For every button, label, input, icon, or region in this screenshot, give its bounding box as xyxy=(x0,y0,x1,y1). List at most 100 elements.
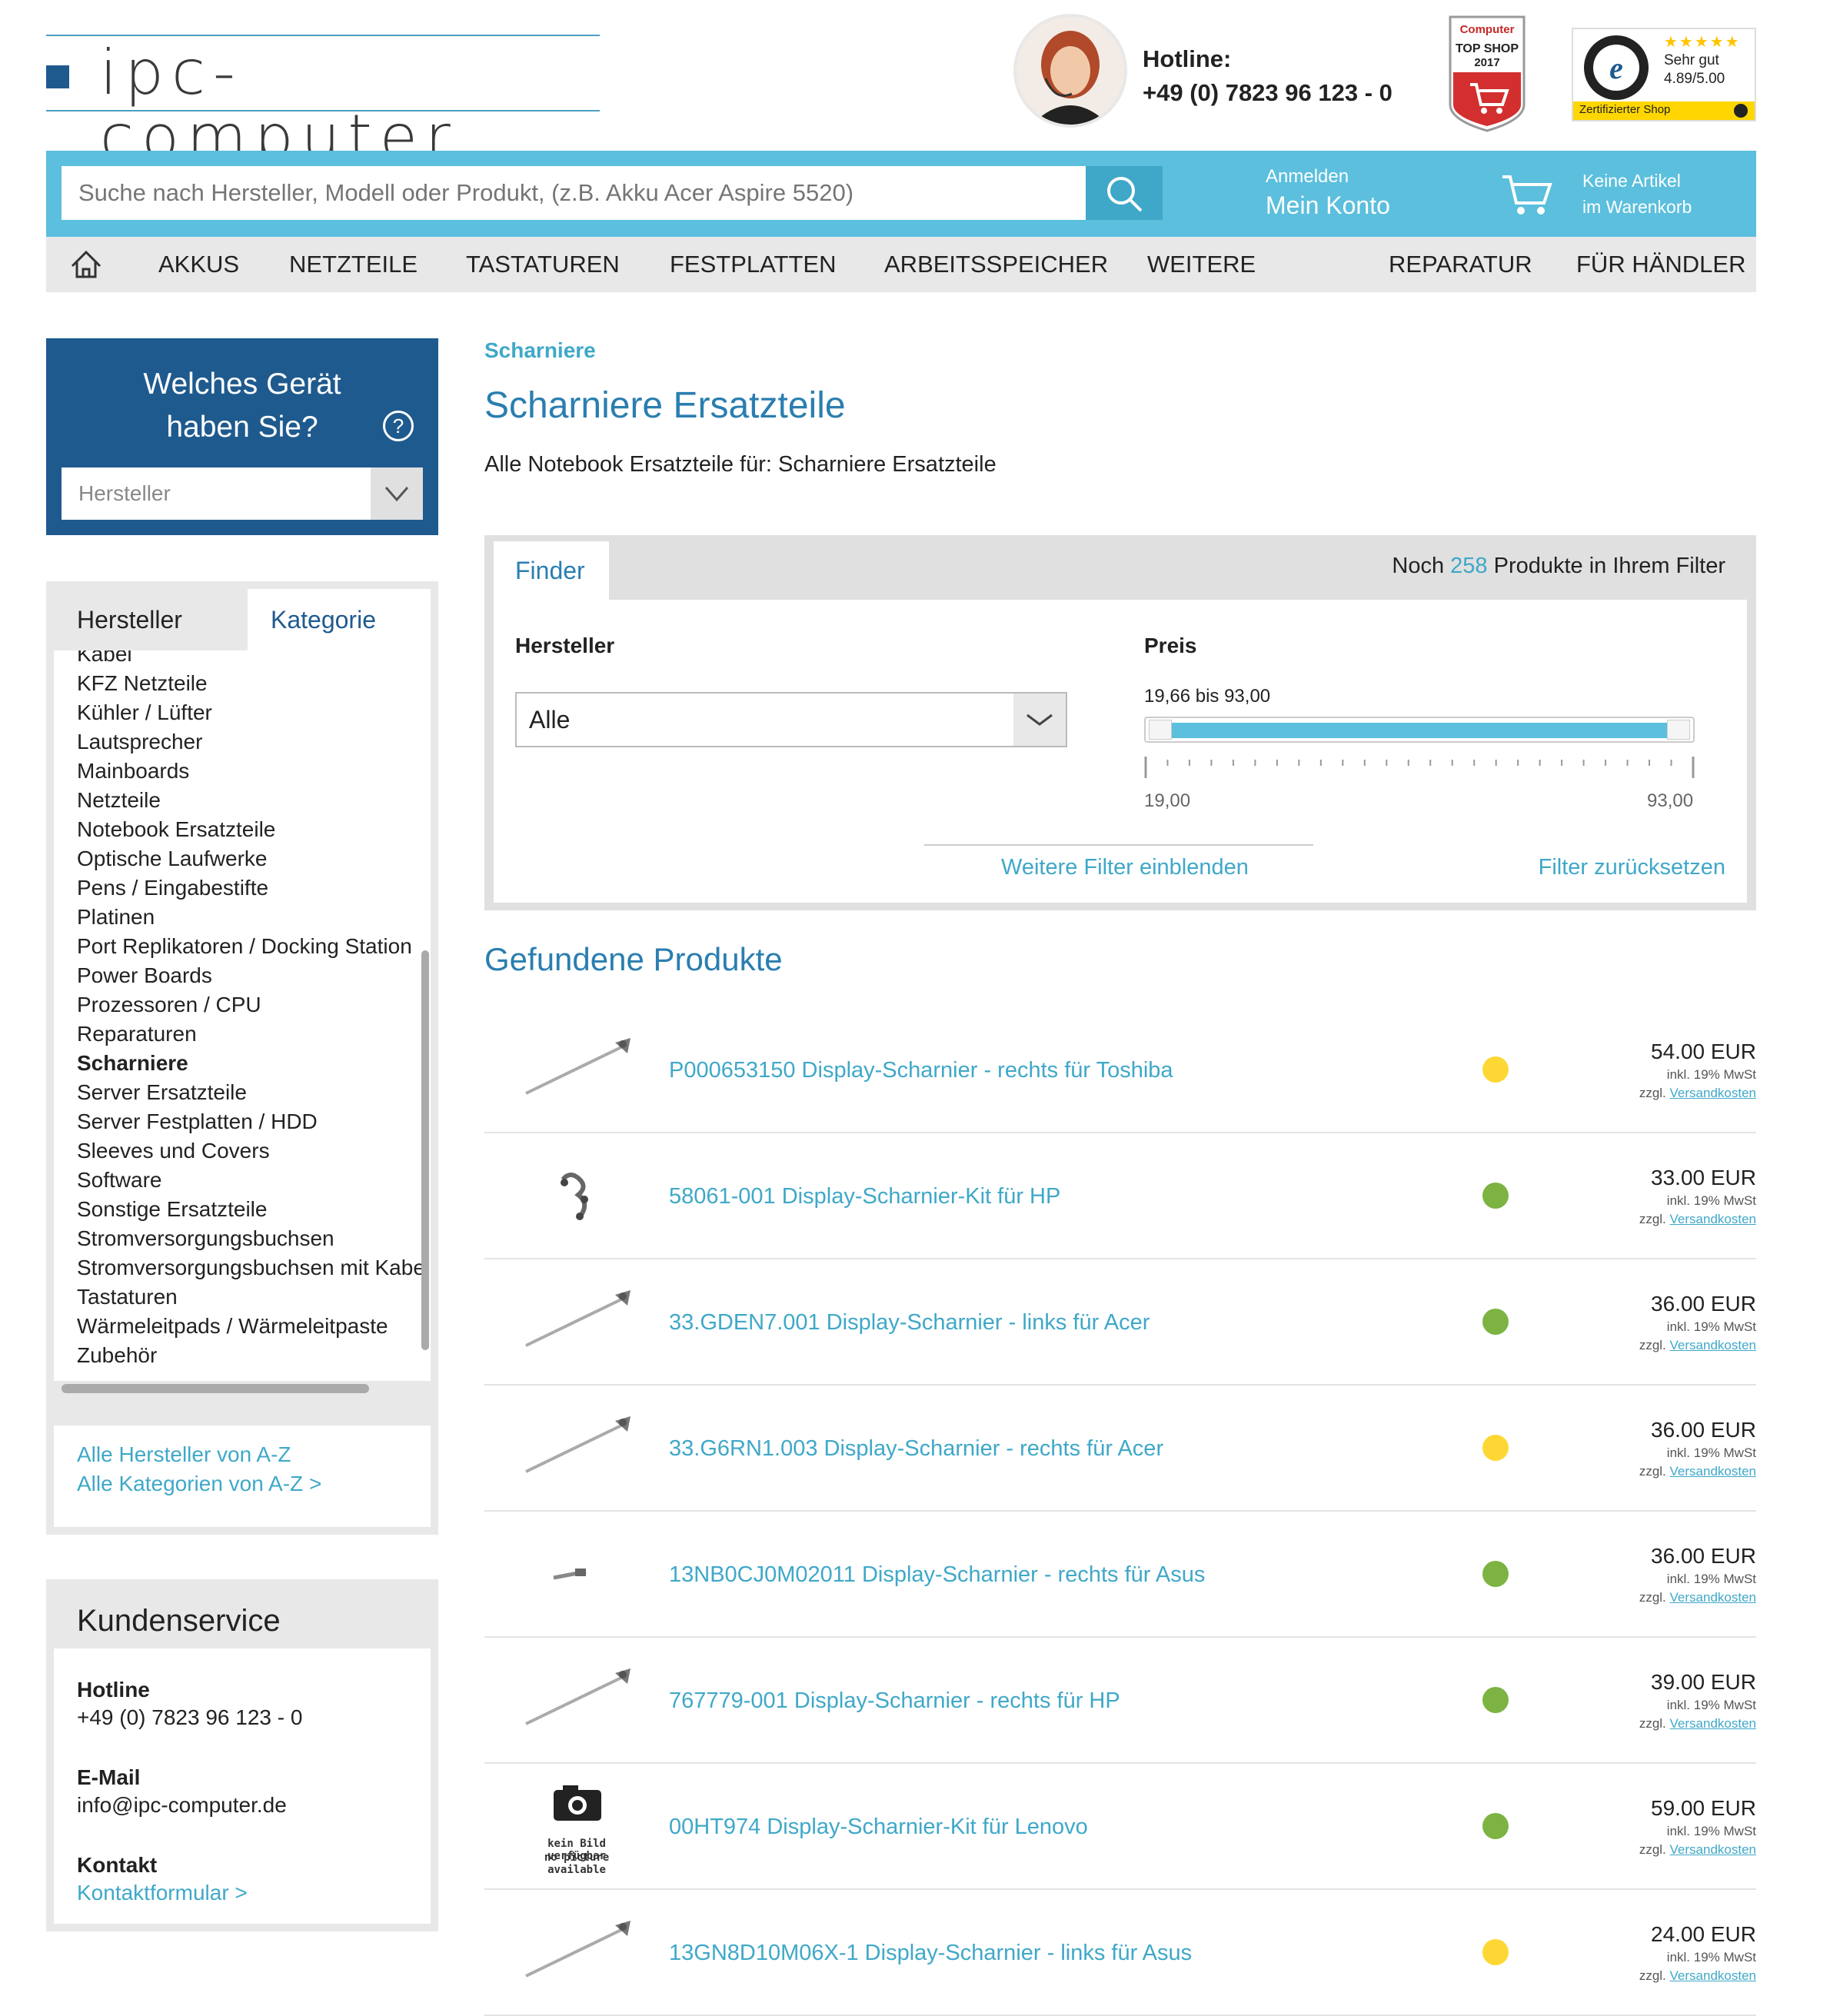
category-item[interactable]: Tastaturen xyxy=(77,1282,408,1312)
product-image[interactable] xyxy=(515,1401,638,1493)
product-image[interactable] xyxy=(515,1149,638,1241)
product-image[interactable] xyxy=(515,1653,638,1745)
filter-count-post: Produkte in Ihrem Filter xyxy=(1493,554,1725,578)
device-manufacturer-select[interactable]: Hersteller xyxy=(62,467,423,520)
shipping-cost-link[interactable]: Versandkosten xyxy=(1670,1212,1756,1226)
hotline-number[interactable]: +49 (0) 7823 96 123 - 0 xyxy=(1143,76,1392,110)
shipping-cost-link[interactable]: Versandkosten xyxy=(1670,1716,1756,1731)
cart-status[interactable]: Keine Artikel im Warenkorb xyxy=(1582,168,1692,220)
cart-icon[interactable] xyxy=(1499,171,1553,217)
category-item[interactable]: Sonstige Ersatzteile xyxy=(77,1195,408,1224)
category-item[interactable]: Pens / Eingabestifte xyxy=(77,873,408,903)
product-name-link[interactable]: 58061-001 Display-Scharnier-Kit für HP xyxy=(669,1133,1060,1259)
tab-manufacturer[interactable]: Hersteller xyxy=(54,589,248,650)
category-item[interactable]: Prozessoren / CPU xyxy=(77,990,408,1020)
product-row[interactable]: kein Bild verfügbar no picture available 0… xyxy=(484,1764,1756,1890)
category-item[interactable]: Reparaturen xyxy=(77,1020,408,1049)
product-name-link[interactable]: 00HT974 Display-Scharnier-Kit für Lenovo xyxy=(669,1764,1088,1890)
nav-tastaturen[interactable]: TASTATUREN xyxy=(466,237,620,292)
category-item[interactable]: Zubehör xyxy=(77,1341,408,1370)
category-item[interactable]: Kabel xyxy=(77,650,408,669)
product-row[interactable]: 33.G6RN1.003 Display-Scharnier - rechts … xyxy=(484,1386,1756,1512)
category-item[interactable]: Server Ersatzteile xyxy=(77,1078,408,1107)
nav-weitere[interactable]: WEITERE xyxy=(1147,237,1256,292)
product-row[interactable]: P000653150 Display-Scharnier - rechts fü… xyxy=(484,1007,1756,1133)
shipping-cost-link[interactable]: Versandkosten xyxy=(1670,1590,1756,1605)
chevron-down-icon[interactable] xyxy=(371,467,423,520)
category-item[interactable]: Netzteile xyxy=(77,786,408,815)
tax-note: inkl. 19% MwSt xyxy=(1666,1193,1756,1208)
home-icon[interactable] xyxy=(69,237,103,312)
category-item[interactable]: Platinen xyxy=(77,903,408,932)
trusted-shops-badge[interactable]: e ★★★★★ Sehr gut 4.89/5.00 Zertifizierte… xyxy=(1572,28,1756,121)
category-item[interactable]: Mainboards xyxy=(77,757,408,786)
more-filters-link[interactable]: Weitere Filter einblenden xyxy=(1001,855,1249,880)
price-slider-min-handle[interactable] xyxy=(1149,720,1172,740)
product-name-link[interactable]: 33.G6RN1.003 Display-Scharnier - rechts … xyxy=(669,1386,1163,1512)
price-slider[interactable] xyxy=(1144,717,1695,743)
product-image[interactable] xyxy=(515,1905,638,1998)
product-image[interactable] xyxy=(515,1023,638,1115)
shipping-cost-link[interactable]: Versandkosten xyxy=(1670,1086,1756,1100)
product-row[interactable]: 767779-001 Display-Scharnier - rechts fü… xyxy=(484,1638,1756,1764)
category-item[interactable]: Scharniere xyxy=(77,1049,408,1078)
nav-fuer-haendler[interactable]: FÜR HÄNDLER xyxy=(1576,237,1745,292)
product-name-link[interactable]: 33.GDEN7.001 Display-Scharnier - links f… xyxy=(669,1259,1150,1386)
category-item[interactable]: Software xyxy=(77,1166,408,1195)
search-input[interactable] xyxy=(62,166,1086,220)
help-icon[interactable]: ? xyxy=(383,411,414,441)
category-item[interactable]: Sleeves und Covers xyxy=(77,1136,408,1166)
category-item[interactable]: KFZ Netzteile xyxy=(77,669,408,698)
category-item[interactable]: Port Replikatoren / Docking Station xyxy=(77,932,412,961)
breadcrumb[interactable]: Scharniere xyxy=(484,338,596,363)
shipping-cost-link[interactable]: Versandkosten xyxy=(1670,1464,1756,1479)
category-item[interactable]: Server Festplatten / HDD xyxy=(77,1107,408,1136)
nav-reparatur[interactable]: REPARATUR xyxy=(1389,237,1532,292)
search-button[interactable] xyxy=(1086,166,1163,220)
product-image[interactable]: kein Bild verfügbar no picture available xyxy=(515,1779,638,1876)
reset-filters-link[interactable]: Filter zurücksetzen xyxy=(1539,855,1725,880)
category-item[interactable]: Notebook Ersatzteile xyxy=(77,815,408,844)
service-email-value[interactable]: info@ipc-computer.de xyxy=(77,1793,287,1818)
manufacturer-filter-select[interactable]: Alle xyxy=(515,692,1067,747)
nav-akkus[interactable]: AKKUS xyxy=(158,237,239,292)
site-logo[interactable]: ipc-computer xyxy=(46,35,600,170)
category-item[interactable]: Wärmeleitpads / Wärmeleitpaste xyxy=(77,1312,408,1341)
product-name-link[interactable]: P000653150 Display-Scharnier - rechts fü… xyxy=(669,1007,1173,1133)
all-categories-link[interactable]: Alle Kategorien von A-Z > xyxy=(77,1472,321,1496)
computer-bild-badge[interactable]: Computer TOP SHOP 2017 xyxy=(1447,14,1527,132)
product-row[interactable]: 13GN8D10M06X-1 Display-Scharnier - links… xyxy=(484,1890,1756,2016)
tab-category[interactable]: Kategorie xyxy=(248,589,431,650)
product-row[interactable]: 58061-001 Display-Scharnier-Kit für HP 33… xyxy=(484,1133,1756,1259)
product-row[interactable]: 13NB0CJ0M02011 Display-Scharnier - recht… xyxy=(484,1512,1756,1638)
search-bar: Anmelden Mein Konto Keine Artikel im War… xyxy=(46,151,1756,237)
service-hotline-value[interactable]: +49 (0) 7823 96 123 - 0 xyxy=(77,1705,302,1730)
category-item[interactable]: Power Boards xyxy=(77,961,408,990)
nav-festplatten[interactable]: FESTPLATTEN xyxy=(670,237,836,292)
product-name-link[interactable]: 13GN8D10M06X-1 Display-Scharnier - links… xyxy=(669,1890,1192,2016)
product-name-link[interactable]: 13NB0CJ0M02011 Display-Scharnier - recht… xyxy=(669,1512,1205,1638)
shipping-cost-link[interactable]: Versandkosten xyxy=(1670,1842,1756,1857)
vertical-scrollbar[interactable] xyxy=(421,950,429,1350)
category-item[interactable]: Kühler / Lüfter xyxy=(77,698,408,727)
nav-arbeitsspeicher[interactable]: ARBEITSSPEICHER xyxy=(884,237,1108,292)
product-name-link[interactable]: 767779-001 Display-Scharnier - rechts fü… xyxy=(669,1638,1120,1764)
product-row[interactable]: 33.GDEN7.001 Display-Scharnier - links f… xyxy=(484,1259,1756,1386)
tab-finder[interactable]: Finder xyxy=(494,541,609,600)
price-slider-max-handle[interactable] xyxy=(1667,720,1690,740)
category-item[interactable]: Optische Laufwerke xyxy=(77,844,408,873)
category-box: Hersteller Kategorie Kabel KFZ Netzteile K… xyxy=(46,581,438,1535)
product-image[interactable] xyxy=(515,1275,638,1367)
chevron-down-icon[interactable] xyxy=(1013,694,1066,746)
horizontal-scrollbar[interactable] xyxy=(62,1384,369,1393)
all-manufacturers-link[interactable]: Alle Hersteller von A-Z xyxy=(77,1442,291,1467)
category-item[interactable]: Lautsprecher xyxy=(77,727,408,757)
category-item[interactable]: Stromversorgungsbuchsen mit Kabel xyxy=(77,1253,430,1282)
shipping-cost-link[interactable]: Versandkosten xyxy=(1670,1338,1756,1352)
shipping-cost-link[interactable]: Versandkosten xyxy=(1670,1968,1756,1983)
contact-form-link[interactable]: Kontaktformular > xyxy=(77,1881,248,1905)
category-item[interactable]: Stromversorgungsbuchsen xyxy=(77,1224,408,1253)
account-link[interactable]: Anmelden Mein Konto xyxy=(1266,165,1390,221)
product-image[interactable] xyxy=(515,1527,638,1619)
nav-netzteile[interactable]: NETZTEILE xyxy=(289,237,418,292)
